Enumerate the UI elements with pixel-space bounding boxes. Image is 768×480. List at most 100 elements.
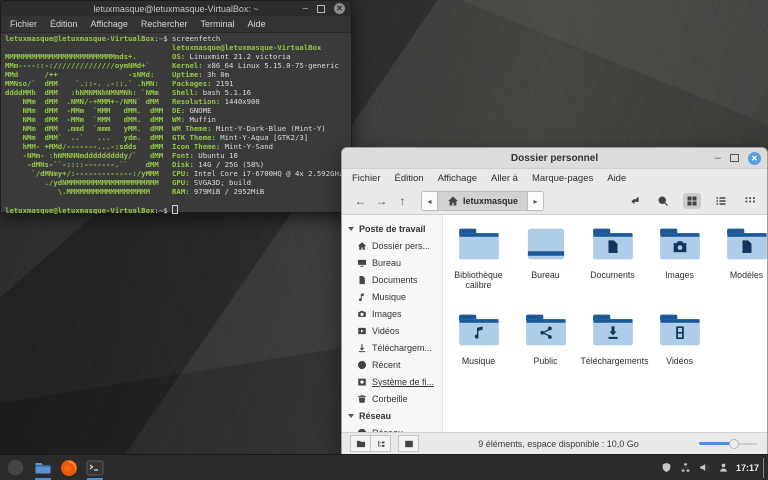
hide-sidebar-button[interactable] (398, 435, 419, 452)
sidebar-item-Corbeille[interactable]: Corbeille (342, 390, 442, 407)
terminal-line: `/dMNmy+/:-------------:/yMMM CPU: Intel… (5, 169, 344, 178)
terminal-line: -dMNs-``-::::-------.`` dMM Disk: 14G / … (5, 160, 265, 169)
menu-item-fichier[interactable]: Fichier (352, 173, 381, 184)
file-label: Bureau (531, 270, 560, 280)
launcher-firefox-icon[interactable] (57, 456, 81, 480)
terminal-menubar: Fichier Édition Affichage Rechercher Termina… (1, 16, 351, 33)
file-item-Images[interactable]: Images (646, 221, 713, 307)
minimize-button[interactable]: – (302, 3, 308, 13)
firefox-icon (60, 459, 78, 477)
sidebar-item-Musique[interactable]: Musique (342, 288, 442, 305)
treeview-toggle-button[interactable] (370, 435, 391, 452)
mint-menu-button[interactable]: lm (0, 455, 30, 480)
volume-icon[interactable] (699, 462, 710, 473)
clock[interactable]: 17:17 (736, 463, 759, 473)
svg-text:lm: lm (10, 463, 19, 472)
menu-item-marque-pages[interactable]: Marque-pages (532, 173, 593, 184)
sidebar-item-Vidéos[interactable]: Vidéos (342, 322, 442, 339)
terminal-titlebar[interactable]: letuxmasque@letuxmasque-VirtualBox: ~ – … (1, 1, 351, 16)
folder-icon (524, 225, 568, 268)
launcher-terminal-icon[interactable] (83, 456, 107, 480)
file-item-Vidéos[interactable]: Vidéos (646, 307, 713, 393)
menu-item-terminal[interactable]: Terminal (200, 19, 234, 29)
sidebar-item-Images[interactable]: Images (342, 305, 442, 322)
forward-button[interactable]: → (371, 194, 392, 208)
terminal-output[interactable]: letuxmasque@letuxmasque-VirtualBox:~$ sc… (1, 33, 351, 214)
search-button[interactable] (654, 193, 672, 209)
file-manager-main[interactable]: Bibliothèque calibre Bureau Documents Image… (443, 215, 767, 432)
menu-item-édition[interactable]: Édition (50, 19, 78, 29)
sidebar-item-Récent[interactable]: Récent (342, 356, 442, 373)
zoom-slider-knob[interactable] (729, 438, 739, 449)
terminal-window: letuxmasque@letuxmasque-VirtualBox: ~ – … (0, 0, 352, 214)
folder-icon (725, 225, 768, 268)
file-item-Modèles[interactable]: Modèles (713, 221, 767, 307)
menu-item-édition[interactable]: Édition (395, 173, 424, 184)
menu-item-affichage[interactable]: Affichage (438, 173, 477, 184)
terminal-cursor (171, 205, 178, 214)
minimize-button[interactable]: – (715, 153, 721, 164)
close-button[interactable]: ✕ (334, 3, 345, 14)
menu-item-fichier[interactable]: Fichier (10, 19, 37, 29)
sidebar-item-Réseau[interactable]: Réseau (342, 424, 442, 432)
show-desktop-button[interactable] (763, 457, 767, 478)
launcher-files-icon[interactable] (31, 456, 55, 480)
maximize-button[interactable] (730, 154, 739, 162)
sidebar-section-Réseau[interactable]: Réseau (342, 407, 442, 424)
file-item-Musique[interactable]: Musique (445, 307, 512, 393)
places-toggle-button[interactable] (350, 435, 371, 452)
sidebar-section-Poste de travail[interactable]: Poste de travail (342, 220, 442, 237)
file-item-Téléchargements[interactable]: Téléchargements (579, 307, 649, 393)
breadcrumb-location[interactable]: letuxmasque (437, 192, 529, 210)
file-manager-titlebar[interactable]: Dossier personnel – ✕ (342, 148, 767, 169)
desktop-icon (357, 258, 367, 268)
zoom-slider[interactable] (699, 438, 757, 450)
file-item-Bibliothèque calibre[interactable]: Bibliothèque calibre (445, 221, 512, 307)
user-icon[interactable] (718, 462, 729, 473)
menu-item-rechercher[interactable]: Rechercher (141, 19, 188, 29)
breadcrumb-right-icon[interactable]: ▸ (528, 192, 544, 210)
menu-item-aide[interactable]: Aide (607, 173, 626, 184)
list-view-button[interactable] (712, 193, 730, 209)
clock-icon (357, 360, 367, 370)
breadcrumb-left-icon[interactable]: ◂ (422, 192, 437, 210)
file-item-Documents[interactable]: Documents (579, 221, 646, 307)
file-manager-menubar: Fichier Édition Affichage Aller à Marque-pag… (342, 169, 767, 188)
toggle-location-entry-button[interactable] (625, 193, 643, 209)
menu-item-aide[interactable]: Aide (247, 19, 265, 29)
grid-view-icon (686, 195, 698, 207)
file-item-Public[interactable]: Public (512, 307, 579, 393)
terminal-icon (86, 459, 104, 477)
terminal-title: letuxmasque@letuxmasque-VirtualBox: ~ (93, 3, 259, 14)
terminal-line: MMMMMMMMMMMMMMMMMMMMMMMMMmds+. OS: Linux… (5, 52, 291, 61)
zoom-slider-fill (699, 441, 733, 445)
location-entry-icon (628, 195, 640, 207)
file-label: Documents (590, 270, 635, 280)
breadcrumb-label: letuxmasque (463, 196, 519, 206)
compact-view-button[interactable] (741, 193, 759, 209)
terminal-line: NMm dMM .mmd `mmm yMM. dMM WM Theme: Min… (5, 124, 326, 133)
menu-item-aller à[interactable]: Aller à (491, 173, 518, 184)
trash-icon (357, 394, 367, 404)
sidebar-item-Système de fi...[interactable]: Système de fi... (342, 373, 442, 390)
network-icon[interactable] (680, 462, 691, 473)
back-button[interactable]: ← (350, 194, 371, 208)
maximize-button[interactable] (317, 4, 325, 13)
sidebar-item-Documents[interactable]: Documents (342, 271, 442, 288)
disk-icon (357, 377, 367, 387)
file-label: Musique (461, 356, 496, 366)
icon-view-button[interactable] (683, 193, 701, 209)
file-item-Bureau[interactable]: Bureau (512, 221, 579, 307)
menu-item-affichage[interactable]: Affichage (91, 19, 128, 29)
up-button[interactable]: ↑ (392, 194, 413, 208)
sidebar-item-Téléchargem...[interactable]: Téléchargem... (342, 339, 442, 356)
close-button[interactable]: ✕ (748, 151, 761, 165)
sidebar-item-Bureau[interactable]: Bureau (342, 254, 442, 271)
terminal-line: MMd /++ -sNMd: Uptime: 3h 0m (5, 70, 230, 79)
file-grid: Bibliothèque calibre Bureau Documents Image… (443, 215, 767, 393)
sidebar-item-Dossier pers...[interactable]: Dossier pers... (342, 237, 442, 254)
shield-icon[interactable] (661, 462, 672, 473)
file-label: Téléchargements (580, 356, 649, 366)
compact-view-icon (744, 195, 756, 207)
folder-icon (457, 225, 501, 268)
